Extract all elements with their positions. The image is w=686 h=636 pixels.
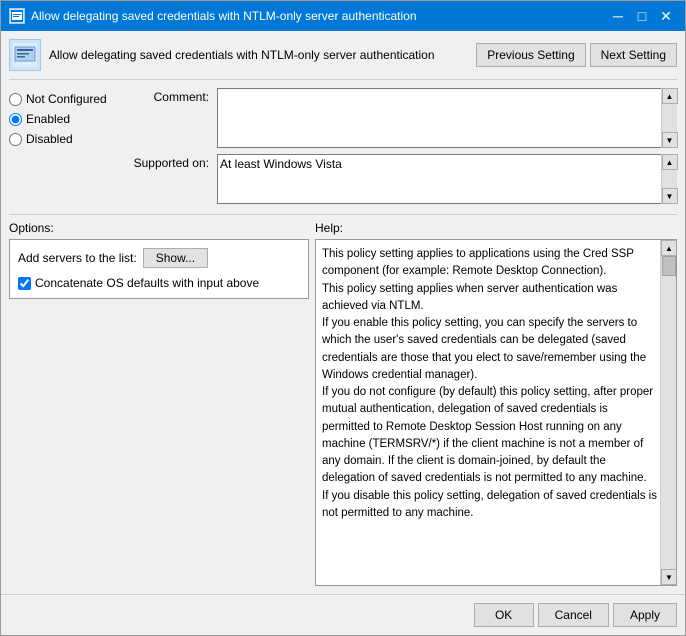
cancel-button[interactable]: Cancel [538, 603, 609, 627]
footer: OK Cancel Apply [1, 594, 685, 635]
title-bar: Allow delegating saved credentials with … [1, 1, 685, 31]
supported-scrollbar: ▲ ▼ [661, 154, 677, 204]
supported-text: At least Windows Vista [220, 157, 342, 171]
divider [9, 214, 677, 215]
close-button[interactable]: ✕ [655, 5, 677, 27]
options-help-section: Options: Add servers to the list: Show..… [9, 221, 677, 586]
add-servers-row: Add servers to the list: Show... [18, 248, 300, 268]
window-icon [9, 8, 25, 24]
options-col: Options: Add servers to the list: Show..… [9, 221, 309, 586]
minimize-button[interactable]: ─ [607, 5, 629, 27]
apply-button[interactable]: Apply [613, 603, 677, 627]
help-scroll-up[interactable]: ▲ [661, 240, 677, 256]
concat-checkbox[interactable] [18, 277, 31, 290]
header-icon [9, 39, 41, 71]
comment-scrollbar: ▲ ▼ [661, 88, 677, 148]
supported-label: Supported on: [129, 154, 209, 170]
concat-checkbox-row: Concatenate OS defaults with input above [18, 276, 300, 290]
window-controls: ─ □ ✕ [607, 5, 677, 27]
concat-label[interactable]: Concatenate OS defaults with input above [35, 276, 259, 290]
scroll-down-arrow[interactable]: ▼ [662, 132, 678, 148]
not-configured-label: Not Configured [26, 92, 107, 106]
comment-row: Comment: ▲ ▼ [129, 88, 677, 148]
disabled-radio[interactable]: Disabled [9, 132, 129, 146]
help-p4: If you do not configure (by default) thi… [322, 384, 658, 488]
comment-textarea[interactable] [217, 88, 677, 148]
scroll-track [662, 104, 677, 132]
help-panel: This policy setting applies to applicati… [315, 239, 677, 586]
supported-wrapper: At least Windows Vista ▲ ▼ [217, 154, 677, 204]
header-buttons: Previous Setting Next Setting [476, 43, 677, 67]
previous-setting-button[interactable]: Previous Setting [476, 43, 585, 67]
help-scroll-track [661, 256, 676, 569]
supported-scroll-down[interactable]: ▼ [662, 188, 678, 204]
options-label: Options: [9, 221, 309, 235]
comment-textarea-wrapper: ▲ ▼ [217, 88, 677, 148]
radio-section: Not Configured Enabled Disabled [9, 88, 129, 204]
disabled-input[interactable] [9, 133, 22, 146]
next-setting-button[interactable]: Next Setting [590, 43, 677, 67]
enabled-label: Enabled [26, 112, 70, 126]
middle-section: Not Configured Enabled Disabled Comment: [9, 88, 677, 204]
add-servers-label: Add servers to the list: [18, 251, 137, 265]
supported-box: At least Windows Vista [217, 154, 677, 204]
supported-row: Supported on: At least Windows Vista ▲ ▼ [129, 154, 677, 204]
help-label: Help: [315, 221, 677, 235]
help-p3: If you enable this policy setting, you c… [322, 315, 658, 384]
scroll-up-arrow[interactable]: ▲ [662, 88, 678, 104]
not-configured-input[interactable] [9, 93, 22, 106]
main-window: Allow delegating saved credentials with … [0, 0, 686, 636]
not-configured-radio[interactable]: Not Configured [9, 92, 129, 106]
ok-button[interactable]: OK [474, 603, 534, 627]
help-p5: If you disable this policy setting, dele… [322, 488, 658, 523]
options-panel: Add servers to the list: Show... Concate… [9, 239, 309, 299]
disabled-label: Disabled [26, 132, 73, 146]
right-section: Comment: ▲ ▼ Supported on: At [129, 88, 677, 204]
help-scrollbar: ▲ ▼ [660, 240, 676, 585]
enabled-radio[interactable]: Enabled [9, 112, 129, 126]
enabled-input[interactable] [9, 113, 22, 126]
maximize-button[interactable]: □ [631, 5, 653, 27]
help-content: This policy setting applies to applicati… [316, 240, 676, 585]
header-row: Allow delegating saved credentials with … [9, 39, 677, 80]
supported-scroll-up[interactable]: ▲ [662, 154, 678, 170]
show-button[interactable]: Show... [143, 248, 208, 268]
window-title: Allow delegating saved credentials with … [31, 9, 607, 23]
help-p2: This policy setting applies when server … [322, 281, 658, 316]
comment-label: Comment: [129, 88, 209, 104]
help-col: Help: This policy setting applies to app… [315, 221, 677, 586]
content-area: Allow delegating saved credentials with … [1, 31, 685, 594]
header-title: Allow delegating saved credentials with … [49, 48, 476, 62]
help-scroll-down[interactable]: ▼ [661, 569, 677, 585]
panels-row: Options: Add servers to the list: Show..… [9, 221, 677, 586]
help-scroll-thumb[interactable] [662, 256, 676, 276]
help-p1: This policy setting applies to applicati… [322, 246, 658, 281]
supported-scroll-track [662, 170, 677, 188]
